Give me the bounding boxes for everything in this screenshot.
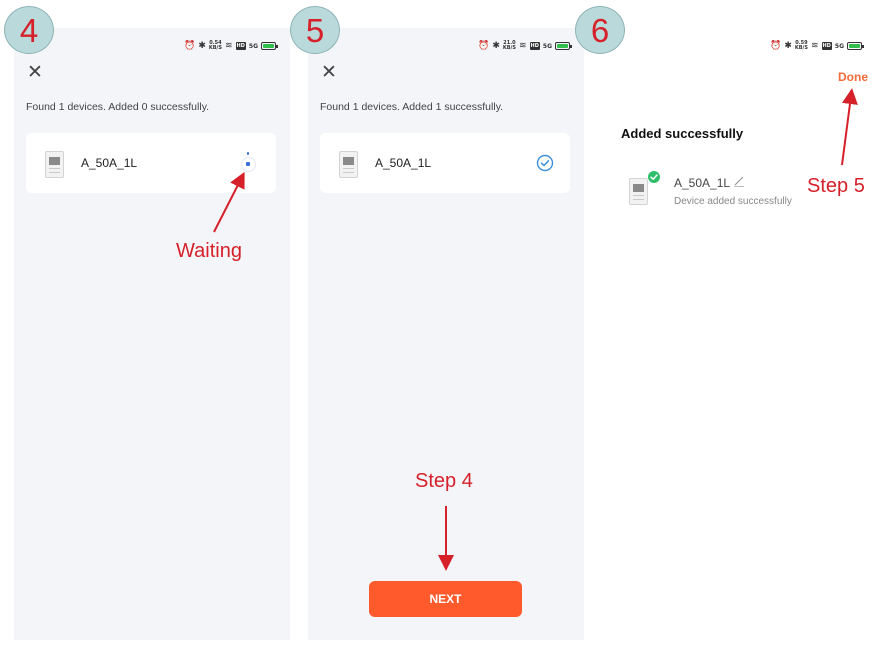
close-icon[interactable]: ✕ <box>321 62 337 82</box>
bluetooth-icon: ✱ <box>198 41 206 51</box>
network-speed: 0.54 KB/S <box>208 40 222 51</box>
meter-device-icon <box>629 178 648 205</box>
network-speed: 0.59 KB/S <box>794 40 808 51</box>
step-badge-6: 6 <box>575 6 625 54</box>
hd-badge: HD <box>235 42 246 50</box>
signal-label: 5G <box>542 42 552 50</box>
hd-badge: HD <box>529 42 540 50</box>
signal-label: 5G <box>834 42 844 50</box>
signal-label: 5G <box>248 42 258 50</box>
alarm-icon: ⏰ <box>478 41 490 51</box>
battery-icon <box>261 42 278 50</box>
step-badge-5: 5 <box>290 6 340 54</box>
loading-spinner-icon <box>241 152 256 172</box>
close-icon[interactable]: ✕ <box>27 62 43 82</box>
found-summary: Found 1 devices. Added 1 successfully. <box>320 101 504 113</box>
battery-icon <box>847 42 864 50</box>
step-badge-4: 4 <box>4 6 54 54</box>
annotation-waiting: Waiting <box>176 240 242 262</box>
device-card[interactable]: A_50A_1L <box>320 133 570 193</box>
annotation-step4: Step 4 <box>415 470 473 492</box>
hd-badge: HD <box>821 42 832 50</box>
alarm-icon: ⏰ <box>770 41 782 51</box>
status-bar: ⏰ ✱ 0.54 KB/S ≋ HD 5G <box>184 40 278 52</box>
wifi-icon: ≋ <box>225 41 233 51</box>
annotation-step5: Step 5 <box>807 175 865 197</box>
next-button[interactable]: NEXT <box>369 581 522 617</box>
success-check-icon <box>647 170 661 184</box>
meter-device-icon <box>45 151 64 178</box>
meter-device-icon <box>339 151 358 178</box>
done-button[interactable]: Done <box>838 70 868 84</box>
screen-added: ⏰ ✱ 21.0 KB/S ≋ HD 5G ✕ Found 1 devices. … <box>308 28 584 640</box>
device-card[interactable]: A_50A_1L <box>26 133 276 193</box>
device-name: A_50A_1L <box>674 176 731 190</box>
status-bar: ⏰ ✱ 0.59 KB/S ≋ HD 5G <box>770 40 864 52</box>
screen-success: ⏰ ✱ 0.59 KB/S ≋ HD 5G Done Added successf… <box>600 28 876 640</box>
screen-waiting: ⏰ ✱ 0.54 KB/S ≋ HD 5G ✕ Found 1 devices. … <box>14 28 290 640</box>
app-root: ⏰ ✱ 0.54 KB/S ≋ HD 5G ✕ Found 1 devices. … <box>0 0 884 646</box>
device-status-text: Device added successfully <box>674 196 792 207</box>
wifi-icon: ≋ <box>811 41 819 51</box>
network-speed: 21.0 KB/S <box>502 40 516 51</box>
success-title: Added successfully <box>621 126 744 141</box>
bluetooth-icon: ✱ <box>492 41 500 51</box>
edit-icon[interactable] <box>732 174 746 188</box>
device-name: A_50A_1L <box>375 156 432 170</box>
check-circle-icon <box>536 154 554 172</box>
status-bar: ⏰ ✱ 21.0 KB/S ≋ HD 5G <box>478 40 572 52</box>
device-name: A_50A_1L <box>81 156 138 170</box>
alarm-icon: ⏰ <box>184 41 196 51</box>
found-summary: Found 1 devices. Added 0 successfully. <box>26 101 210 113</box>
bluetooth-icon: ✱ <box>784 41 792 51</box>
wifi-icon: ≋ <box>519 41 527 51</box>
battery-icon <box>555 42 572 50</box>
